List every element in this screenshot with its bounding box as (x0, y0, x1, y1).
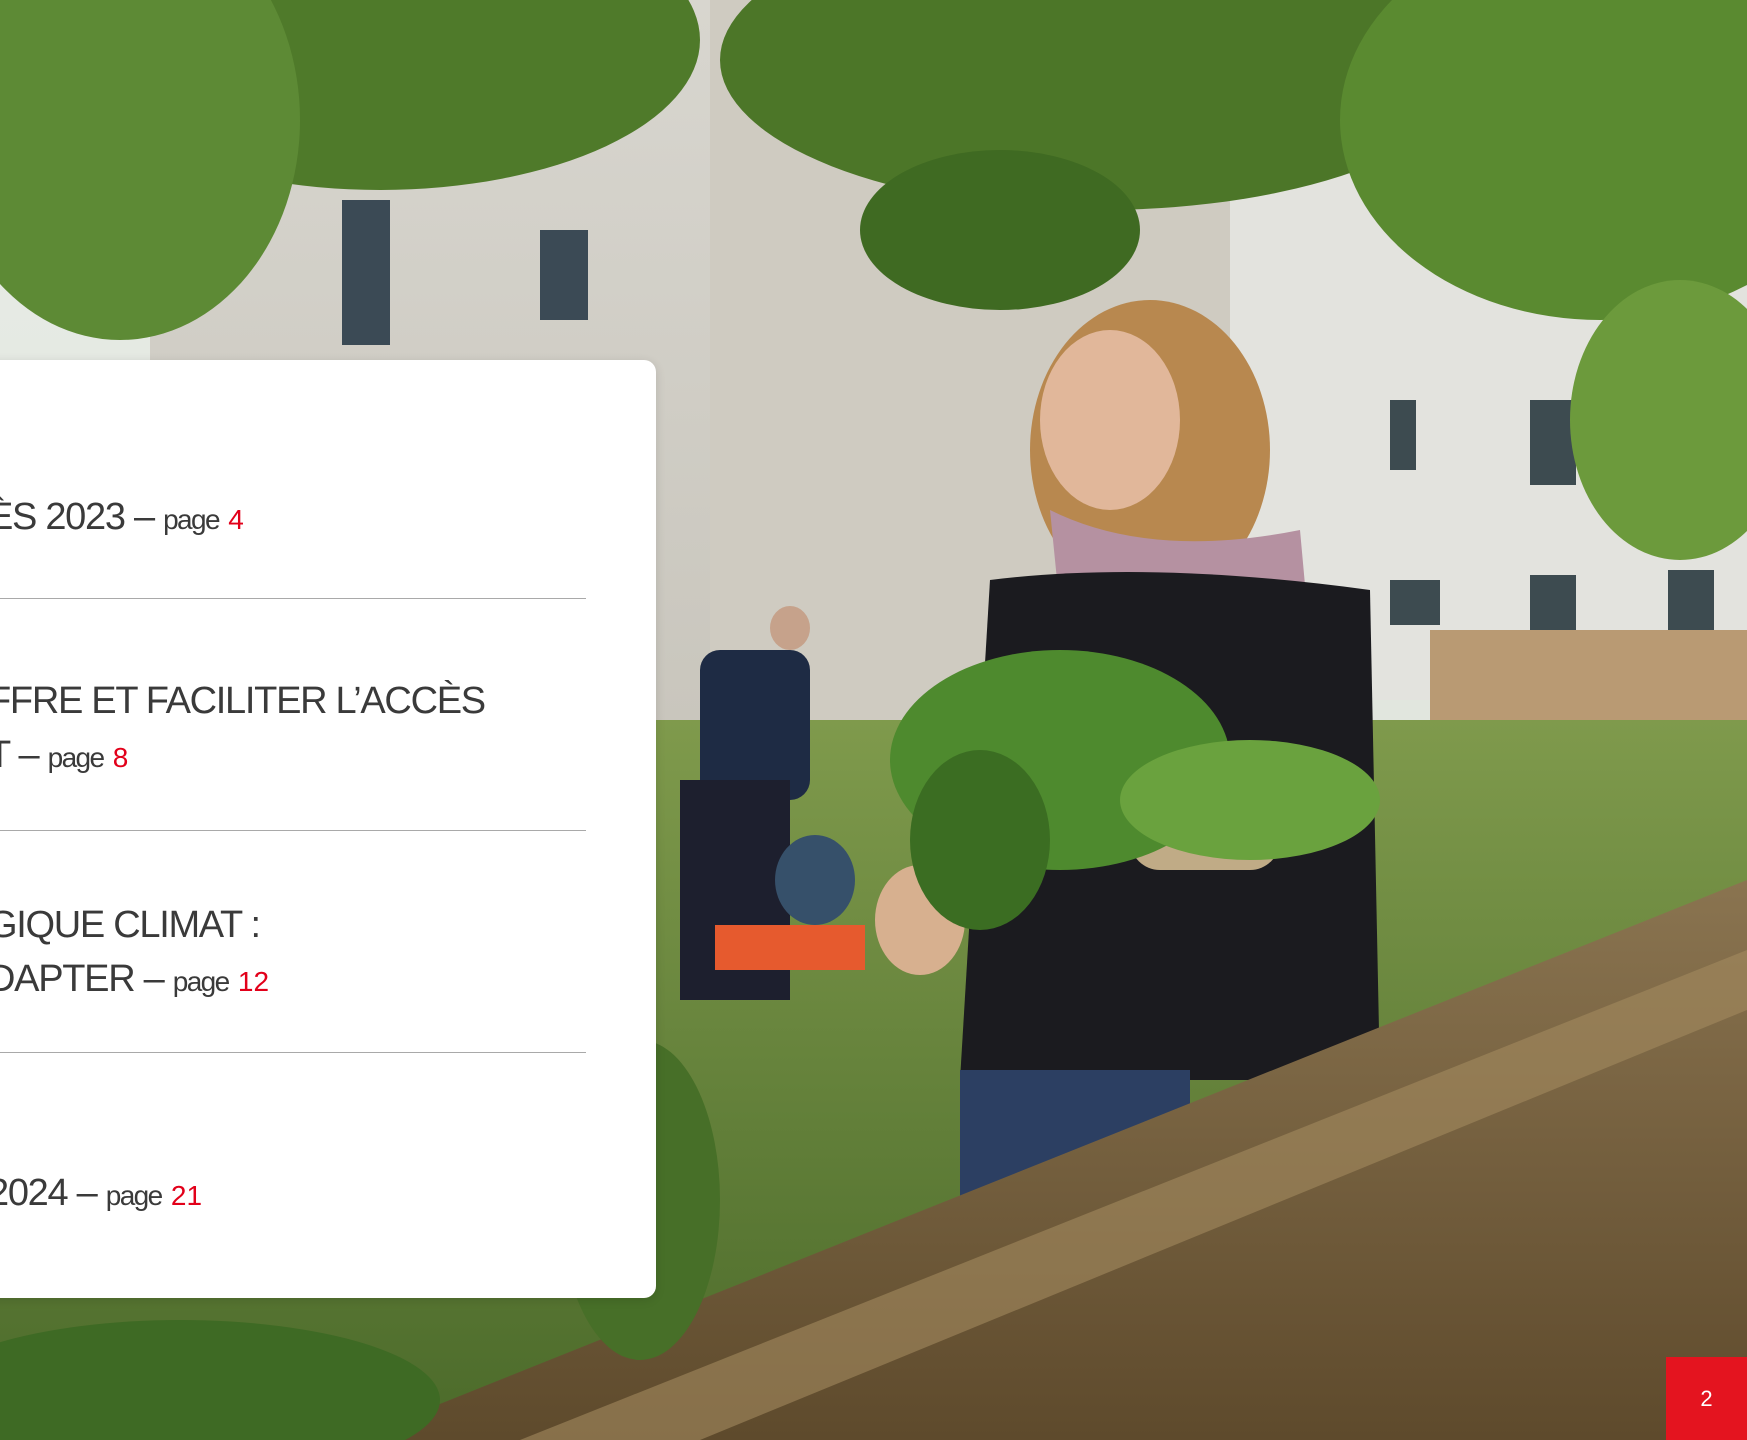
toc-page-label: page (47, 742, 105, 773)
toc-item[interactable]: FFRE ET FACILITER L’ACCÈS T – page 8 (0, 674, 588, 785)
toc-item-title: GIQUE CLIMAT : (0, 904, 261, 946)
toc-page-number: 4 (228, 504, 244, 535)
toc-divider (0, 830, 586, 831)
toc-item-title: ÈS 2023 – page 4 (0, 496, 244, 538)
toc-item[interactable]: ÈS 2023 – page 4 (0, 490, 588, 547)
toc-item-title: 2024 – page 21 (0, 1172, 203, 1214)
toc-page-label: page (105, 1180, 163, 1211)
toc-item-title-cont: DAPTER – page 12 (0, 958, 270, 1000)
slide-page: ÈS 2023 – page 4 FFRE ET FACILITER L’ACC… (0, 0, 1747, 1440)
toc-page-label: page (172, 966, 230, 997)
toc-divider (0, 598, 586, 599)
toc-item-title: FFRE ET FACILITER L’ACCÈS (0, 680, 486, 722)
toc-item[interactable]: GIQUE CLIMAT : DAPTER – page 12 (0, 898, 588, 1009)
toc-page-label: page (163, 504, 220, 535)
page-number-badge: 2 (1666, 1357, 1747, 1440)
toc-item[interactable]: 2024 – page 21 (0, 1166, 588, 1223)
toc-page-number: 8 (112, 742, 129, 773)
toc-item-title-cont: T – page 8 (0, 734, 129, 776)
contents-card: ÈS 2023 – page 4 FFRE ET FACILITER L’ACC… (0, 360, 656, 1298)
toc-page-number: 21 (170, 1180, 203, 1211)
toc-divider (0, 1052, 586, 1053)
toc-page-number: 12 (237, 966, 270, 997)
